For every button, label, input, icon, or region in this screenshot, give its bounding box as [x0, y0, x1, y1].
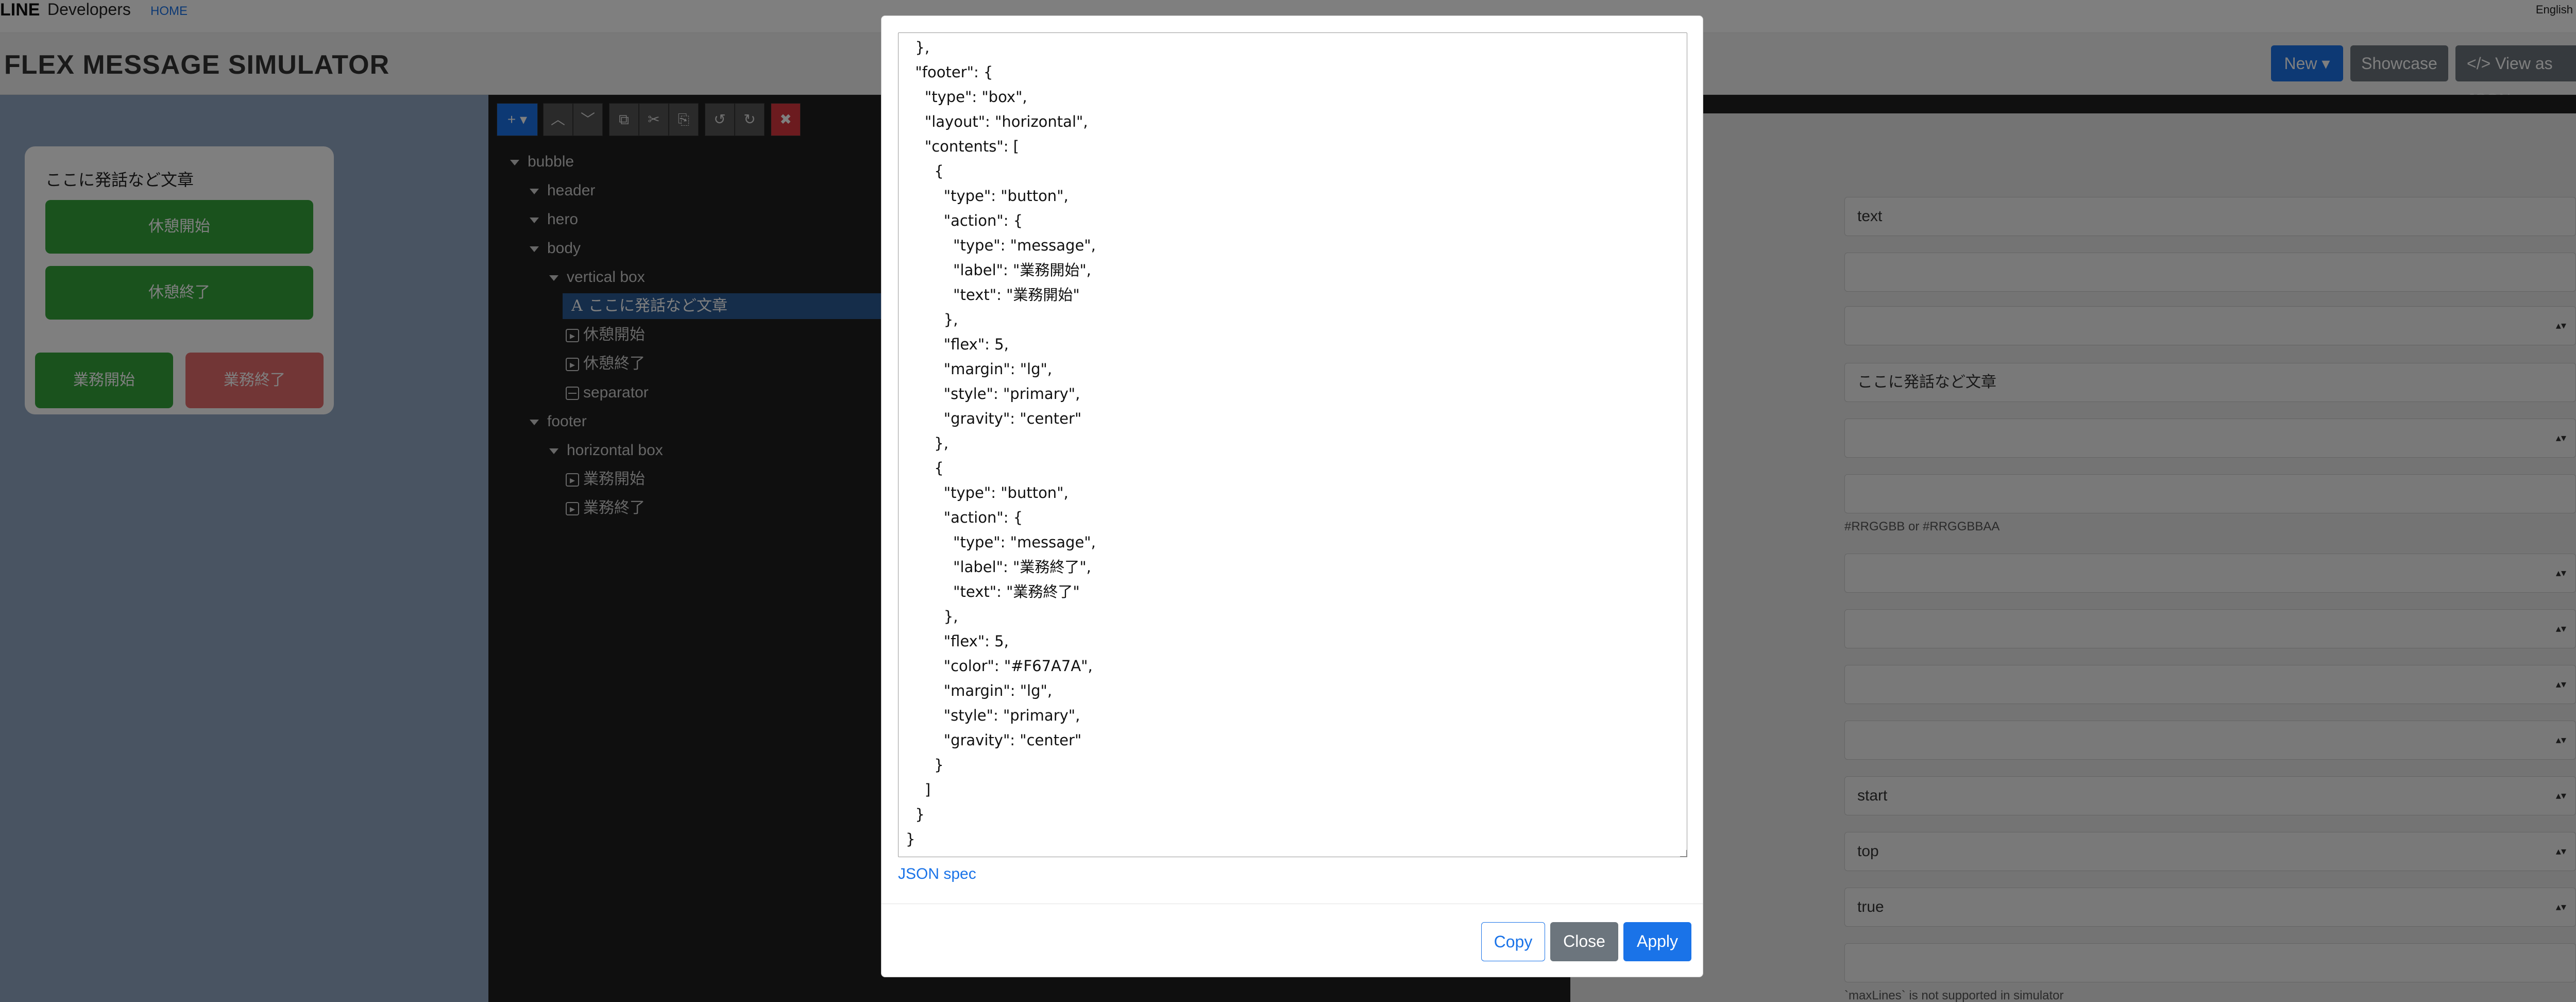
json-line: "type": "button", — [906, 187, 1069, 205]
json-line: } — [906, 830, 916, 848]
apply-button[interactable]: Apply — [1623, 922, 1691, 961]
json-line: "text": "業務終了" — [906, 583, 1080, 600]
json-line: "label": "業務終了", — [906, 558, 1091, 576]
json-line: { — [906, 162, 944, 180]
json-line: "gravity": "center" — [906, 731, 1082, 749]
json-line: }, — [906, 435, 948, 452]
json-line: "margin": "lg", — [906, 360, 1053, 378]
textarea-resize-handle[interactable] — [1680, 850, 1687, 857]
json-line: "type": "message", — [906, 533, 1096, 551]
json-line: }, — [906, 311, 958, 328]
json-line: "flex": 5, — [906, 632, 1009, 650]
close-button[interactable]: Close — [1550, 922, 1618, 961]
copy-button[interactable]: Copy — [1481, 922, 1545, 961]
json-line: "type": "button", — [906, 484, 1069, 502]
json-line: } — [906, 756, 944, 774]
json-line: }, — [906, 39, 930, 56]
json-line: "gravity": "center" — [906, 410, 1082, 427]
json-line: "style": "primary", — [906, 707, 1080, 724]
json-line: "margin": "lg", — [906, 682, 1053, 699]
json-line: ] — [906, 781, 931, 798]
json-line: "color": "#F67A7A", — [906, 657, 1093, 675]
json-line: "label": "業務開始", — [906, 261, 1091, 279]
json-line: "action": { — [906, 509, 1023, 526]
json-line: "type": "message", — [906, 237, 1096, 254]
json-line: "layout": "horizontal", — [906, 113, 1088, 130]
json-textarea[interactable]: }, "footer": { "type": "box", "layout": … — [898, 32, 1687, 857]
json-line: { — [906, 459, 944, 477]
json-line: "type": "box", — [906, 88, 1027, 106]
json-line: "flex": 5, — [906, 336, 1009, 353]
json-line: "style": "primary", — [906, 385, 1080, 403]
json-line: } — [906, 806, 925, 823]
json-line: "action": { — [906, 212, 1023, 229]
json-line: "text": "業務開始" — [906, 286, 1080, 304]
json-line: }, — [906, 608, 958, 625]
json-modal: }, "footer": { "type": "box", "layout": … — [881, 15, 1703, 977]
json-line: "footer": { — [906, 63, 993, 81]
json-line: "contents": [ — [906, 138, 1019, 155]
json-spec-link[interactable]: JSON spec — [898, 865, 976, 883]
